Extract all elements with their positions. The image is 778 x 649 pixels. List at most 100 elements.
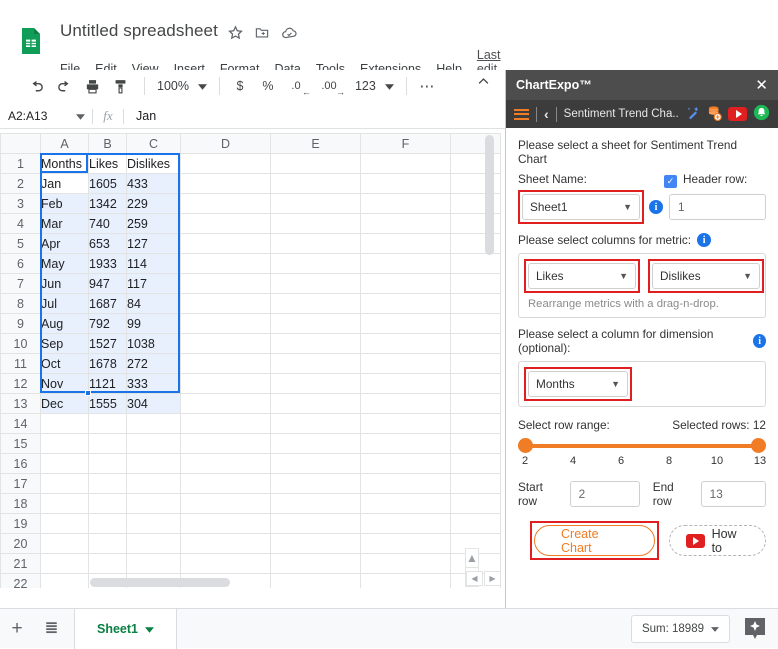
row-header-4[interactable]: 4 (0, 213, 41, 234)
cell-c19[interactable] (126, 513, 181, 534)
cell-f3[interactable] (360, 193, 451, 214)
cell-c4[interactable]: 259 (126, 213, 181, 234)
magic-wand-icon[interactable] (685, 105, 701, 124)
cell-d15[interactable] (180, 433, 271, 454)
col-header-a[interactable]: A (40, 133, 89, 154)
paint-format-icon[interactable] (108, 74, 132, 98)
cloud-saved-icon[interactable] (281, 26, 298, 40)
cell-b15[interactable] (88, 433, 127, 454)
cell-c14[interactable] (126, 413, 181, 434)
cell-e2[interactable] (270, 173, 361, 194)
row-header-21[interactable]: 21 (0, 553, 41, 574)
cell-d6[interactable] (180, 253, 271, 274)
name-box[interactable]: A2:A13 (0, 109, 92, 123)
cell-c5[interactable]: 127 (126, 233, 181, 254)
formula-input[interactable]: Jan (124, 109, 156, 123)
cell-b4[interactable]: 740 (88, 213, 127, 234)
cell-e20[interactable] (270, 533, 361, 554)
cell-f6[interactable] (360, 253, 451, 274)
cell-a12[interactable]: Nov (40, 373, 89, 394)
cell-c11[interactable]: 272 (126, 353, 181, 374)
selection-fill-handle[interactable] (85, 390, 91, 396)
cell-d21[interactable] (180, 553, 271, 574)
cell-b20[interactable] (88, 533, 127, 554)
row-header-8[interactable]: 8 (0, 293, 41, 314)
col-header-e[interactable]: E (270, 133, 361, 154)
cell-b19[interactable] (88, 513, 127, 534)
cell-a9[interactable]: Aug (40, 313, 89, 334)
col-header-f[interactable]: F (360, 133, 451, 154)
cell-c2[interactable]: 433 (126, 173, 181, 194)
header-row-checkbox[interactable]: ✓ (664, 174, 677, 188)
data-stack-icon[interactable] (707, 105, 722, 124)
print-icon[interactable] (80, 74, 104, 98)
cell-e13[interactable] (270, 393, 361, 414)
move-to-folder-icon[interactable] (254, 25, 270, 40)
cell-b8[interactable]: 1687 (88, 293, 127, 314)
cell-d2[interactable] (180, 173, 271, 194)
cell-d19[interactable] (180, 513, 271, 534)
cell-a7[interactable]: Jun (40, 273, 89, 294)
cell-e12[interactable] (270, 373, 361, 394)
row-range-slider[interactable]: 2 4 6 8 10 13 (518, 438, 766, 468)
cell-d8[interactable] (180, 293, 271, 314)
horizontal-scrollbar-thumb[interactable] (90, 578, 230, 587)
close-icon[interactable]: ✕ (755, 78, 768, 93)
number-format-selector[interactable]: 123 (351, 79, 398, 93)
cell-f18[interactable] (360, 493, 451, 514)
cell-f21[interactable] (360, 553, 451, 574)
cell-d14[interactable] (180, 413, 271, 434)
cell-a14[interactable] (40, 413, 89, 434)
col-header-b[interactable]: B (88, 133, 127, 154)
cell-c10[interactable]: 1038 (126, 333, 181, 354)
cell-b17[interactable] (88, 473, 127, 494)
row-header-22[interactable]: 22 (0, 573, 41, 588)
row-header-2[interactable]: 2 (0, 173, 41, 194)
horizontal-scrollbar[interactable] (40, 577, 460, 588)
cell-e7[interactable] (270, 273, 361, 294)
cell-a17[interactable] (40, 473, 89, 494)
cell-c20[interactable] (126, 533, 181, 554)
cell-b2[interactable]: 1605 (88, 173, 127, 194)
cell-f11[interactable] (360, 353, 451, 374)
cell-d20[interactable] (180, 533, 271, 554)
dimension-select[interactable]: Months ▼ (528, 371, 628, 397)
cell-e15[interactable] (270, 433, 361, 454)
cell-e5[interactable] (270, 233, 361, 254)
cell-d3[interactable] (180, 193, 271, 214)
cell-e3[interactable] (270, 193, 361, 214)
cell-b10[interactable]: 1527 (88, 333, 127, 354)
cell-d17[interactable] (180, 473, 271, 494)
metric-1-select[interactable]: Likes ▼ (528, 263, 636, 289)
cell-a18[interactable] (40, 493, 89, 514)
metric-2-select[interactable]: Dislikes ▼ (652, 263, 760, 289)
cell-f4[interactable] (360, 213, 451, 234)
cell-b11[interactable]: 1678 (88, 353, 127, 374)
add-sheet-button[interactable]: + (0, 618, 34, 640)
all-sheets-icon[interactable] (34, 620, 68, 638)
row-header-14[interactable]: 14 (0, 413, 41, 434)
scroll-left-button[interactable]: ◀ (466, 571, 483, 586)
cell-f8[interactable] (360, 293, 451, 314)
notification-bell-icon[interactable] (753, 104, 770, 124)
cell-a10[interactable]: Sep (40, 333, 89, 354)
cell-d5[interactable] (180, 233, 271, 254)
cell-f10[interactable] (360, 333, 451, 354)
cell-a19[interactable] (40, 513, 89, 534)
cell-b1[interactable]: Likes (88, 153, 127, 174)
cell-c15[interactable] (126, 433, 181, 454)
cell-e6[interactable] (270, 253, 361, 274)
row-header-6[interactable]: 6 (0, 253, 41, 274)
vertical-scrollbar[interactable] (484, 133, 495, 573)
cell-d4[interactable] (180, 213, 271, 234)
cell-e1[interactable] (270, 153, 361, 174)
row-header-12[interactable]: 12 (0, 373, 41, 394)
row-header-17[interactable]: 17 (0, 473, 41, 494)
sum-status-box[interactable]: Sum: 18989 (630, 615, 730, 643)
row-header-9[interactable]: 9 (0, 313, 41, 334)
cell-d13[interactable] (180, 393, 271, 414)
cell-e16[interactable] (270, 453, 361, 474)
start-row-input[interactable]: 2 (569, 481, 640, 507)
cell-f13[interactable] (360, 393, 451, 414)
cell-d12[interactable] (180, 373, 271, 394)
